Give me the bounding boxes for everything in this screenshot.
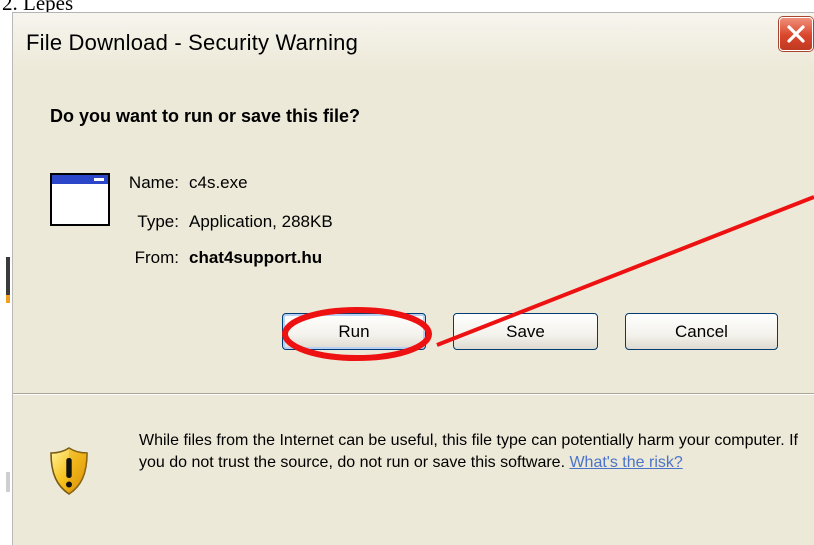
save-button[interactable]: Save <box>453 313 598 350</box>
file-download-dialog: File Download - Security Warning Do you … <box>12 12 814 545</box>
security-warning-text: While files from the Internet can be use… <box>139 430 799 474</box>
file-source-label: From: <box>134 248 179 267</box>
dialog-question: Do you want to run or save this file? <box>50 106 361 126</box>
background-window-edge <box>0 12 12 545</box>
warning-message: While files from the Internet can be use… <box>139 432 798 471</box>
file-type-label: Type: <box>137 212 179 231</box>
security-shield-icon <box>50 447 88 495</box>
run-button[interactable]: Run <box>282 313 426 350</box>
close-icon <box>787 25 805 43</box>
whats-the-risk-link[interactable]: What's the risk? <box>569 454 682 471</box>
dialog-title: File Download - Security Warning <box>26 30 359 55</box>
title-bar: File Download - Security Warning <box>13 12 814 72</box>
file-source-value: chat4support.hu <box>189 248 323 267</box>
file-type-value: Application, 288KB <box>189 212 333 231</box>
file-name-value: c4s.exe <box>189 173 248 192</box>
cancel-button[interactable]: Cancel <box>625 313 778 350</box>
file-name-label: Name: <box>128 173 179 192</box>
close-button[interactable] <box>779 17 813 51</box>
section-divider <box>13 393 814 395</box>
